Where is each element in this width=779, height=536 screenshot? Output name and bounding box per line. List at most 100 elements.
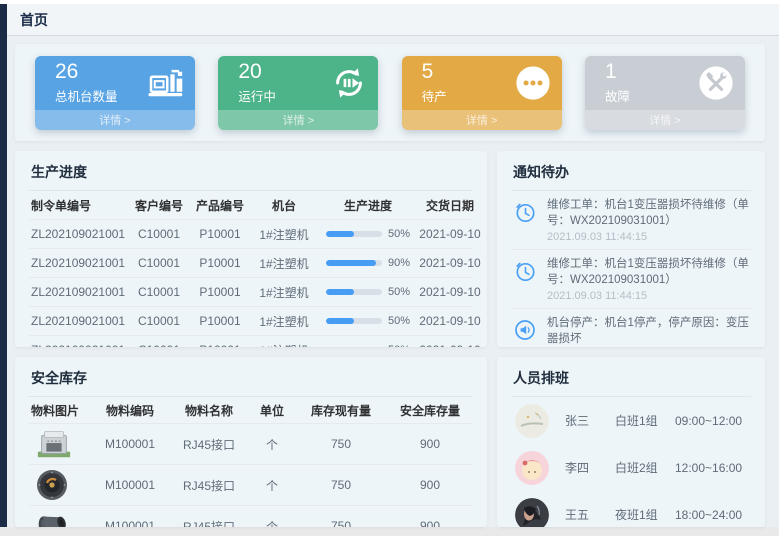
column-header: 产品编号 xyxy=(189,197,251,214)
column-header: 物料图片 xyxy=(29,402,91,419)
waiting-detail-link[interactable]: 详情 > xyxy=(466,112,497,128)
unit: 个 xyxy=(249,436,295,453)
notification-content: 维修工单：机台1变压噐损坏待维修（单号：WX202109031001） 2021… xyxy=(547,198,751,243)
schedule-panel-title: 人员排班 xyxy=(511,363,751,397)
rj45-connector-image xyxy=(29,428,91,460)
clock-icon xyxy=(513,198,539,243)
progress-cell: 50% xyxy=(317,315,419,327)
production-progress-panel: 生产进度 制令单编号 客户编号 产品编号 机台 生产进度 交货日期 ZL2021… xyxy=(15,151,487,347)
schedule-row: 张三 白班1组 09:00~12:00 xyxy=(511,397,751,444)
progress-cell: 50% xyxy=(317,286,419,298)
stat-card-total-machines[interactable]: 26 总机台数量 xyxy=(35,56,195,130)
unit: 个 xyxy=(249,477,295,494)
machine: 1#注塑机 xyxy=(251,342,317,348)
wangwu-avatar xyxy=(515,498,549,528)
progress-cell: 50% xyxy=(317,228,419,240)
stat-card-running[interactable]: 20 运行中 xyxy=(218,56,378,130)
card-body: 20 运行中 xyxy=(218,56,378,110)
order-no: ZL202109021001 xyxy=(29,314,129,328)
running-value: 20 xyxy=(238,60,320,84)
waiting-label: 待产 xyxy=(422,86,504,105)
delivery-date: 2021-09-10 xyxy=(419,314,481,328)
production-table-row: ZL202109021001 C10001 P10001 1#注塑机 50% 2… xyxy=(29,219,473,248)
column-header: 物料名称 xyxy=(169,402,249,419)
column-header: 机台 xyxy=(251,197,317,214)
zhangsan-avatar xyxy=(515,404,549,438)
card-text: 20 运行中 xyxy=(218,60,320,104)
machine: 1#注塑机 xyxy=(251,255,317,272)
card-footer: 详情 > xyxy=(218,110,378,130)
production-table-row: ZL202109021001 C10001 P10001 1#注塑机 50% 2… xyxy=(29,335,473,347)
schedule-row: 王五 夜班1组 18:00~24:00 xyxy=(511,491,751,527)
lisi-avatar xyxy=(515,451,549,485)
product-no: P10001 xyxy=(189,256,251,270)
card-footer: 详情 > xyxy=(35,110,195,130)
progress-bar xyxy=(326,260,382,266)
machine: 1#注塑机 xyxy=(251,226,317,243)
employee-name: 李四 xyxy=(565,459,615,476)
inventory-table-row: M100001 RJ45接口 个 750 900 xyxy=(29,423,473,464)
total-machines-value: 26 xyxy=(55,60,137,84)
order-no: ZL202109021001 xyxy=(29,343,129,347)
schedule-row: 李四 白班2组 12:00~16:00 xyxy=(511,444,751,491)
card-text: 1 故障 xyxy=(585,60,687,104)
material-name: RJ45接口 xyxy=(169,518,249,528)
notification-time: 2021.09.03 11:44:15 xyxy=(547,231,751,243)
order-no: ZL202109021001 xyxy=(29,227,129,241)
shift-label: 白班1组 xyxy=(615,412,675,429)
notification-text: 维修工单：机台1变压噐损坏待维修（单号：WX202109031001） xyxy=(547,257,751,288)
notification-text: 维修工单：机台1变压噐损坏待维修（单号：WX202109031001） xyxy=(547,198,751,229)
material-name: RJ45接口 xyxy=(169,477,249,494)
product-no: P10001 xyxy=(189,314,251,328)
delivery-date: 2021-09-10 xyxy=(419,285,481,299)
column-header: 交货日期 xyxy=(419,197,481,214)
card-footer: 详情 > xyxy=(402,110,562,130)
inventory-panel-title: 安全库存 xyxy=(29,363,473,397)
notification-item[interactable]: 机台停产：机台1停产，停产原因：变压噐损坏 2021.09.03 11:44:1… xyxy=(511,309,751,347)
running-label: 运行中 xyxy=(238,86,320,105)
fault-detail-link[interactable]: 详情 > xyxy=(649,112,680,128)
notification-item[interactable]: 维修工单：机台1变压噐损坏待维修（单号：WX202109031001） 2021… xyxy=(511,191,751,250)
delivery-date: 2021-09-10 xyxy=(419,256,481,270)
shift-label: 夜班1组 xyxy=(615,506,675,523)
notification-text: 机台停产：机台1停产，停产原因：变压噐损坏 xyxy=(547,316,751,347)
product-no: P10001 xyxy=(189,285,251,299)
stat-card-fault[interactable]: 1 故障 详情 > xyxy=(585,56,745,130)
current-stock: 750 xyxy=(295,519,387,527)
progress-cell: 90% xyxy=(317,257,419,269)
stat-card-waiting[interactable]: 5 待产 详情 > xyxy=(402,56,562,130)
card-body: 5 待产 xyxy=(402,56,562,110)
progress-label: 50% xyxy=(388,228,410,240)
customer-no: C10001 xyxy=(129,285,189,299)
progress-label: 90% xyxy=(388,257,410,269)
progress-cell: 50% xyxy=(317,344,419,347)
total-machines-detail-link[interactable]: 详情 > xyxy=(99,112,130,128)
clock-icon xyxy=(513,257,539,302)
safety-stock: 900 xyxy=(387,478,473,492)
progress-label: 50% xyxy=(388,344,410,347)
tools-icon xyxy=(687,64,745,102)
production-table-header: 制令单编号 客户编号 产品编号 机台 生产进度 交货日期 xyxy=(29,191,473,219)
customer-no: C10001 xyxy=(129,314,189,328)
notification-item[interactable]: 维修工单：机台1变压噐损坏待维修（单号：WX202109031001） 2021… xyxy=(511,250,751,309)
progress-label: 50% xyxy=(388,315,410,327)
card-body: 26 总机台数量 xyxy=(35,56,195,110)
panels-grid: 生产进度 制令单编号 客户编号 产品编号 机台 生产进度 交货日期 ZL2021… xyxy=(15,151,765,527)
tab-home[interactable]: 首页 xyxy=(20,10,48,30)
card-body: 1 故障 xyxy=(585,56,745,110)
collapsed-sidebar[interactable] xyxy=(0,4,7,527)
unit: 个 xyxy=(249,518,295,528)
main-area: 首页 26 总机台数量 xyxy=(7,4,779,527)
content-area: 26 总机台数量 xyxy=(7,36,779,527)
cycle-icon xyxy=(320,64,378,102)
column-header: 库存现有量 xyxy=(295,402,387,419)
progress-bar xyxy=(326,289,382,295)
personnel-schedule-panel: 人员排班 张三 白班1组 09:00~12:00 xyxy=(497,357,765,527)
inventory-table-row: M100001 RJ45接口 个 750 900 xyxy=(29,505,473,527)
safety-stock: 900 xyxy=(387,437,473,451)
speaker-front-image xyxy=(29,468,91,502)
running-detail-link[interactable]: 详情 > xyxy=(283,112,314,128)
horizontal-scrollbar[interactable] xyxy=(0,527,779,536)
notification-content: 维修工单：机台1变压噐损坏待维修（单号：WX202109031001） 2021… xyxy=(547,257,751,302)
progress-label: 50% xyxy=(388,286,410,298)
